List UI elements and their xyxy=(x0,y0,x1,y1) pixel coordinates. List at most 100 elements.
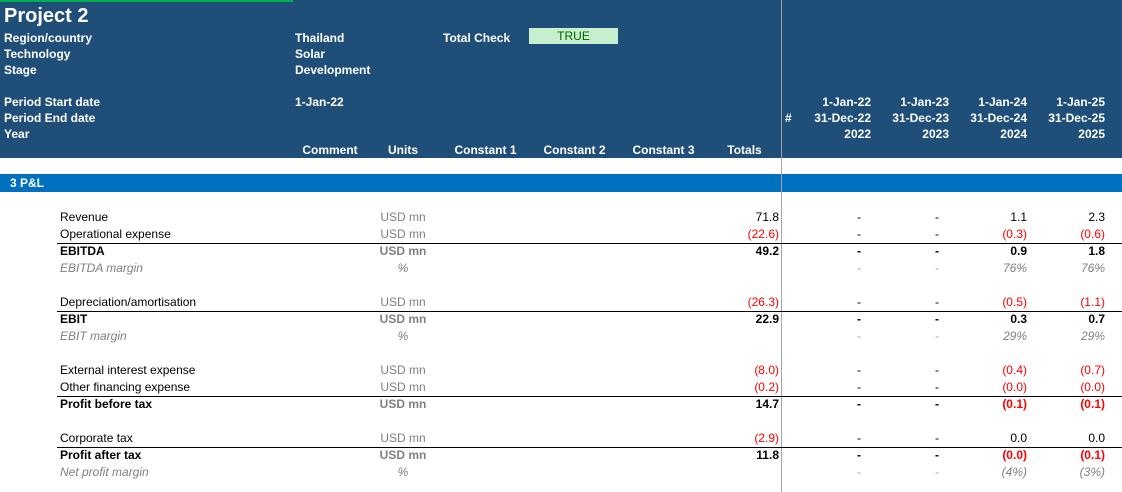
period-start-value[interactable]: 1-Jan-22 xyxy=(295,94,344,110)
row-period-value[interactable]: (0.4) xyxy=(957,362,1027,378)
period-end-1[interactable]: 31-Dec-22 xyxy=(791,110,871,126)
row-period-value[interactable]: - xyxy=(869,464,939,480)
row-period-value[interactable]: - xyxy=(869,328,939,344)
row-period-value[interactable]: (0.6) xyxy=(1035,226,1105,242)
row-period-value[interactable]: - xyxy=(791,243,861,259)
col-header-constant1[interactable]: Constant 1 xyxy=(441,142,530,158)
row-total[interactable]: 71.8 xyxy=(700,209,779,225)
row-total[interactable]: 22.9 xyxy=(700,311,779,327)
period-year-3[interactable]: 2024 xyxy=(947,126,1027,142)
row-units[interactable]: USD mn xyxy=(360,447,446,463)
period-end-2[interactable]: 31-Dec-23 xyxy=(869,110,949,126)
row-period-value[interactable]: - xyxy=(869,362,939,378)
row-period-value[interactable]: - xyxy=(869,226,939,242)
row-period-value[interactable]: (0.1) xyxy=(957,396,1027,412)
meta-value-technology[interactable]: Solar xyxy=(295,46,325,62)
row-units[interactable]: % xyxy=(360,464,446,480)
row-label[interactable]: Depreciation/amortisation xyxy=(60,294,196,310)
row-period-value[interactable]: - xyxy=(869,396,939,412)
row-period-value[interactable]: - xyxy=(791,464,861,480)
row-units[interactable]: USD mn xyxy=(360,430,446,446)
row-period-value[interactable]: - xyxy=(791,260,861,276)
row-period-value[interactable]: 0.3 xyxy=(957,311,1027,327)
period-start-2[interactable]: 1-Jan-23 xyxy=(869,94,949,110)
row-period-value[interactable]: (0.1) xyxy=(1035,396,1105,412)
row-period-value[interactable]: (0.3) xyxy=(957,226,1027,242)
row-period-value[interactable]: - xyxy=(869,447,939,463)
row-units[interactable]: USD mn xyxy=(360,379,446,395)
row-units[interactable]: USD mn xyxy=(360,362,446,378)
row-period-value[interactable]: 0.7 xyxy=(1035,311,1105,327)
row-period-value[interactable]: - xyxy=(869,430,939,446)
row-period-value[interactable]: 2.3 xyxy=(1035,209,1105,225)
col-header-comment[interactable]: Comment xyxy=(290,142,370,158)
row-period-value[interactable]: 29% xyxy=(957,328,1027,344)
col-header-units[interactable]: Units xyxy=(370,142,436,158)
row-period-value[interactable]: 0.0 xyxy=(957,430,1027,446)
row-label[interactable]: Operational expense xyxy=(60,226,171,242)
meta-label-technology[interactable]: Technology xyxy=(4,46,70,62)
row-units[interactable]: USD mn xyxy=(360,294,446,310)
col-header-constant3[interactable]: Constant 3 xyxy=(619,142,708,158)
row-units[interactable]: USD mn xyxy=(360,311,446,327)
row-period-value[interactable]: - xyxy=(869,243,939,259)
row-period-value[interactable]: - xyxy=(791,226,861,242)
row-label[interactable]: Profit before tax xyxy=(60,396,152,412)
row-period-value[interactable]: (3%) xyxy=(1035,464,1105,480)
period-end-label[interactable]: Period End date xyxy=(4,110,95,126)
row-period-value[interactable]: 1.8 xyxy=(1035,243,1105,259)
row-period-value[interactable]: (0.5) xyxy=(957,294,1027,310)
row-label[interactable]: Profit after tax xyxy=(60,447,141,463)
row-period-value[interactable]: - xyxy=(869,260,939,276)
section-title[interactable]: 3 P&L xyxy=(10,175,44,191)
row-period-value[interactable]: (0.0) xyxy=(957,447,1027,463)
row-period-value[interactable]: (0.0) xyxy=(1035,379,1105,395)
period-start-1[interactable]: 1-Jan-22 xyxy=(791,94,871,110)
row-total[interactable]: (2.9) xyxy=(700,430,779,446)
row-label[interactable]: Revenue xyxy=(60,209,108,225)
row-period-value[interactable]: - xyxy=(791,294,861,310)
period-start-label[interactable]: Period Start date xyxy=(4,94,100,110)
row-total[interactable] xyxy=(700,464,779,480)
row-period-value[interactable]: - xyxy=(869,294,939,310)
row-period-value[interactable]: (4%) xyxy=(957,464,1027,480)
period-year-4[interactable]: 2025 xyxy=(1025,126,1105,142)
row-period-value[interactable]: (0.1) xyxy=(1035,447,1105,463)
row-label[interactable]: EBITDA margin xyxy=(60,260,143,276)
row-period-value[interactable]: - xyxy=(791,430,861,446)
row-period-value[interactable]: - xyxy=(791,311,861,327)
meta-value-stage[interactable]: Development xyxy=(295,62,370,78)
page-title[interactable]: Project 2 xyxy=(4,4,88,28)
row-period-value[interactable]: 1.1 xyxy=(957,209,1027,225)
row-period-value[interactable]: - xyxy=(791,328,861,344)
row-total[interactable]: (0.2) xyxy=(700,379,779,395)
row-label[interactable]: External interest expense xyxy=(60,362,195,378)
row-period-value[interactable]: (0.0) xyxy=(957,379,1027,395)
meta-label-stage[interactable]: Stage xyxy=(4,62,37,78)
row-units[interactable]: % xyxy=(360,328,446,344)
row-period-value[interactable]: - xyxy=(869,379,939,395)
row-total[interactable]: (22.6) xyxy=(700,226,779,242)
row-units[interactable]: % xyxy=(360,260,446,276)
meta-label-region[interactable]: Region/country xyxy=(4,30,92,46)
row-total[interactable]: 11.8 xyxy=(700,447,779,463)
row-period-value[interactable]: (1.1) xyxy=(1035,294,1105,310)
year-label[interactable]: Year xyxy=(4,126,29,142)
row-label[interactable]: EBIT margin xyxy=(60,328,127,344)
row-label[interactable]: EBIT xyxy=(60,311,87,327)
row-total[interactable]: (26.3) xyxy=(700,294,779,310)
row-period-value[interactable]: 0.0 xyxy=(1035,430,1105,446)
period-start-4[interactable]: 1-Jan-25 xyxy=(1025,94,1105,110)
meta-value-region[interactable]: Thailand xyxy=(295,30,344,46)
row-total[interactable] xyxy=(700,260,779,276)
col-header-totals[interactable]: Totals xyxy=(708,142,781,158)
row-period-value[interactable]: 76% xyxy=(957,260,1027,276)
row-label[interactable]: Other financing expense xyxy=(60,379,190,395)
row-period-value[interactable]: - xyxy=(791,447,861,463)
row-period-value[interactable]: - xyxy=(791,379,861,395)
row-total[interactable]: 49.2 xyxy=(700,243,779,259)
row-units[interactable]: USD mn xyxy=(360,396,446,412)
period-end-3[interactable]: 31-Dec-24 xyxy=(947,110,1027,126)
row-units[interactable]: USD mn xyxy=(360,243,446,259)
col-header-constant2[interactable]: Constant 2 xyxy=(530,142,619,158)
